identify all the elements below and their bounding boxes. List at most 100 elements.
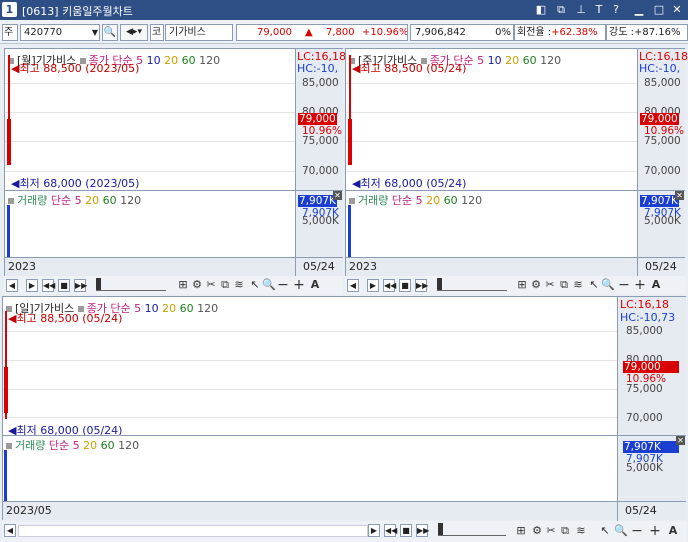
fast-forward-button[interactable]: ▶▶	[74, 279, 87, 292]
zoom-icon[interactable]: 🔍	[262, 278, 276, 291]
stop-button[interactable]: ■	[400, 524, 412, 537]
zoom-slider[interactable]	[438, 523, 506, 536]
layout-icon[interactable]: ◧	[534, 2, 548, 17]
scroll-left-button[interactable]: ◀	[4, 524, 16, 537]
settings-icon[interactable]: ⚙	[190, 278, 204, 291]
stock-code-input[interactable]: 420770 ▼	[20, 24, 100, 41]
indicator-icon[interactable]: ≋	[232, 278, 246, 291]
minus-icon[interactable]: −	[630, 523, 644, 539]
scrollbar-track[interactable]	[18, 525, 368, 537]
strength-value: +87.16%	[633, 27, 681, 38]
daily-volume-area[interactable]: 거래량 단순 5 20 60 120	[3, 436, 617, 501]
zoom-icon[interactable]: 🔍	[614, 524, 628, 537]
copy-window-icon[interactable]: ⧉	[554, 2, 568, 17]
chevron-down-icon[interactable]: ▼	[92, 25, 98, 40]
plus-icon[interactable]: +	[633, 277, 647, 293]
minus-icon[interactable]: −	[276, 277, 290, 293]
monthly-chart-controls: ◀ ▶ ◀◀ ■ ▶▶ ⊞ ⚙ ✂ ⧉ ≋ ↖ 🔍 − + A	[4, 276, 343, 294]
speaker-select-icon[interactable]: ◀▸▾	[120, 24, 148, 41]
volume-value-label: 7,907K	[640, 195, 679, 207]
zoom-slider[interactable]	[96, 278, 166, 291]
volume-tick: 5,000K	[302, 215, 339, 227]
minus-icon[interactable]: −	[617, 277, 631, 293]
monthly-price-area[interactable]: [월]기가비스 종가 단순 5 10 20 60 120 ◀최고 88,500 …	[5, 49, 295, 190]
volume-value-label: 7,907K	[623, 441, 679, 453]
cursor-icon[interactable]: ↖	[587, 278, 601, 291]
chart-type-icon[interactable]: ⊞	[514, 524, 528, 537]
settings-icon[interactable]: ⚙	[529, 278, 543, 291]
play-button[interactable]: ▶	[368, 524, 380, 537]
close-icon[interactable]: ✕	[676, 436, 685, 445]
window-title: [0613] 키움일주월차트	[22, 5, 133, 18]
plus-icon[interactable]: +	[292, 277, 306, 293]
x-axis-start: 2023	[8, 260, 36, 273]
ma60-label: 60	[181, 54, 196, 67]
daily-chart-panel: [일]기가비스 종가 단순 5 10 20 60 120 ◀최고 88,500 …	[2, 296, 686, 521]
indicator-icon[interactable]: ≋	[571, 278, 585, 291]
strength-label: 강도 :	[609, 27, 634, 38]
auto-icon[interactable]: A	[649, 278, 663, 291]
maximize-icon[interactable]: □	[652, 2, 666, 17]
weekly-price-area[interactable]: [주]기가비스 종가 단순 5 10 20 60 120 ◀최고 88,500 …	[346, 49, 637, 190]
x-axis-end: 05/24	[625, 504, 657, 517]
monthly-low-label: ◀최저 68,000 (2023/05)	[11, 177, 140, 190]
zoom-slider[interactable]	[437, 278, 507, 291]
weekly-volume-area[interactable]: 거래량 단순 5 20 60 120	[346, 191, 637, 257]
weekly-y-axis: LC:16,18 HC:-10, 85,000 80,000 75,000 70…	[637, 49, 688, 190]
market-tag: 코	[150, 24, 164, 41]
close-icon[interactable]: ✕	[675, 191, 684, 200]
x-axis-end: 05/24	[303, 260, 335, 273]
x-axis-start: 2023/05	[6, 504, 52, 517]
weekly-candle-body	[348, 119, 352, 165]
help-icon[interactable]: ?	[609, 2, 623, 17]
chart-type-icon[interactable]: ⊞	[515, 278, 529, 291]
tools-icon[interactable]: ✂	[204, 278, 218, 291]
weekly-low-label: ◀최저 68,000 (05/24)	[352, 177, 467, 190]
auto-icon[interactable]: A	[666, 524, 680, 537]
market-select[interactable]: 주	[2, 24, 18, 41]
y-tick: 85,000	[626, 325, 663, 337]
play-button[interactable]: ▶	[367, 279, 379, 292]
scroll-left-button[interactable]: ◀	[6, 279, 18, 292]
close-icon[interactable]: ✕	[333, 191, 342, 200]
tools-icon[interactable]: ✂	[543, 278, 557, 291]
title-bar: 1 [0613] 키움일주월차트 ◧ ⧉ ⊥ T ? ▁ □ ✕	[0, 0, 688, 20]
monthly-volume-bar	[7, 205, 10, 257]
pin-icon[interactable]: ⊥	[574, 2, 588, 17]
font-icon[interactable]: T	[592, 2, 606, 17]
rewind-button[interactable]: ◀◀	[384, 524, 397, 537]
tools-icon[interactable]: ✂	[544, 524, 558, 537]
fast-forward-button[interactable]: ▶▶	[415, 279, 428, 292]
rewind-button[interactable]: ◀◀	[42, 279, 55, 292]
fast-forward-button[interactable]: ▶▶	[416, 524, 429, 537]
chart-type-icon[interactable]: ⊞	[176, 278, 190, 291]
plus-icon[interactable]: +	[648, 523, 662, 539]
cursor-icon[interactable]: ↖	[598, 524, 612, 537]
minimize-icon[interactable]: ▁	[632, 2, 646, 17]
settings-icon[interactable]: ⚙	[530, 524, 544, 537]
volume-value-label: 7,907K	[298, 195, 337, 207]
stop-button[interactable]: ■	[399, 279, 411, 292]
volume-field: 7,906,842 0%	[410, 24, 514, 41]
window-icon[interactable]: ⧉	[558, 524, 572, 538]
scroll-left-button[interactable]: ◀	[347, 279, 359, 292]
play-button[interactable]: ▶	[26, 279, 38, 292]
stop-button[interactable]: ■	[58, 279, 70, 292]
auto-icon[interactable]: A	[308, 278, 322, 291]
y-tick: 70,000	[302, 165, 339, 177]
indicator-icon[interactable]: ≋	[574, 524, 588, 537]
daily-candle-body	[4, 367, 8, 413]
window-icon[interactable]: ⧉	[218, 278, 232, 292]
rewind-button[interactable]: ◀◀	[383, 279, 396, 292]
weekly-chart-panel: [주]기가비스 종가 단순 5 10 20 60 120 ◀최고 88,500 …	[345, 48, 688, 277]
close-icon[interactable]: ✕	[670, 2, 684, 17]
zoom-icon[interactable]: 🔍	[601, 278, 615, 291]
daily-price-area[interactable]: [일]기가비스 종가 단순 5 10 20 60 120 ◀최고 88,500 …	[3, 297, 617, 437]
current-price: 79,000	[257, 27, 292, 38]
search-icon[interactable]: 🔍	[102, 24, 118, 41]
monthly-volume-area[interactable]: 거래량 단순 5 20 60 120	[5, 191, 295, 257]
cursor-icon[interactable]: ↖	[248, 278, 262, 291]
monthly-candle-body	[7, 119, 11, 165]
monthly-x-axis: 2023 05/24	[5, 257, 343, 277]
window-icon[interactable]: ⧉	[557, 278, 571, 292]
